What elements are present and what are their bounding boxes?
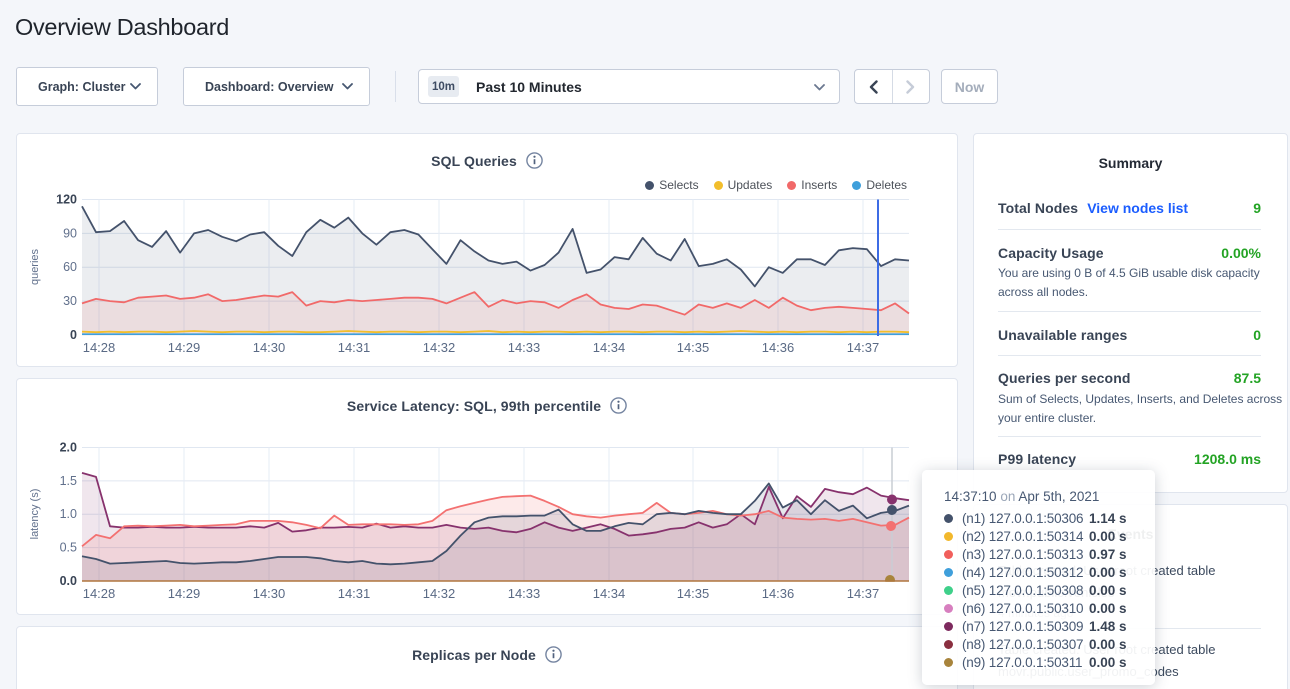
svg-text:14:34: 14:34	[593, 586, 626, 601]
svg-text:14:36: 14:36	[762, 586, 795, 601]
svg-text:14:36: 14:36	[762, 340, 795, 355]
svg-text:14:37: 14:37	[847, 340, 880, 355]
svg-text:1.5: 1.5	[60, 474, 77, 488]
svg-text:14:30: 14:30	[253, 586, 286, 601]
svg-text:14:35: 14:35	[677, 340, 710, 355]
svg-text:0: 0	[70, 328, 77, 342]
svg-text:60: 60	[63, 260, 77, 274]
svg-text:90: 90	[63, 226, 77, 240]
svg-text:14:34: 14:34	[593, 340, 626, 355]
svg-text:14:31: 14:31	[338, 340, 371, 355]
svg-text:14:29: 14:29	[168, 586, 201, 601]
svg-text:queries: queries	[29, 248, 41, 285]
svg-text:14:31: 14:31	[338, 586, 371, 601]
svg-text:120: 120	[56, 193, 77, 207]
svg-text:14:37: 14:37	[847, 586, 880, 601]
svg-text:14:33: 14:33	[508, 586, 541, 601]
svg-text:1.0: 1.0	[60, 507, 77, 521]
svg-text:latency (s): latency (s)	[29, 489, 41, 540]
svg-text:14:33: 14:33	[508, 340, 541, 355]
svg-text:14:32: 14:32	[423, 586, 456, 601]
svg-text:2.0: 2.0	[60, 441, 77, 455]
svg-text:0.0: 0.0	[60, 574, 77, 588]
svg-text:14:32: 14:32	[423, 340, 456, 355]
svg-text:14:28: 14:28	[83, 586, 116, 601]
svg-text:14:28: 14:28	[83, 340, 116, 355]
svg-text:14:35: 14:35	[677, 586, 710, 601]
svg-text:30: 30	[63, 294, 77, 308]
svg-text:0.5: 0.5	[60, 541, 77, 555]
svg-text:14:29: 14:29	[168, 340, 201, 355]
svg-text:14:30: 14:30	[253, 340, 286, 355]
